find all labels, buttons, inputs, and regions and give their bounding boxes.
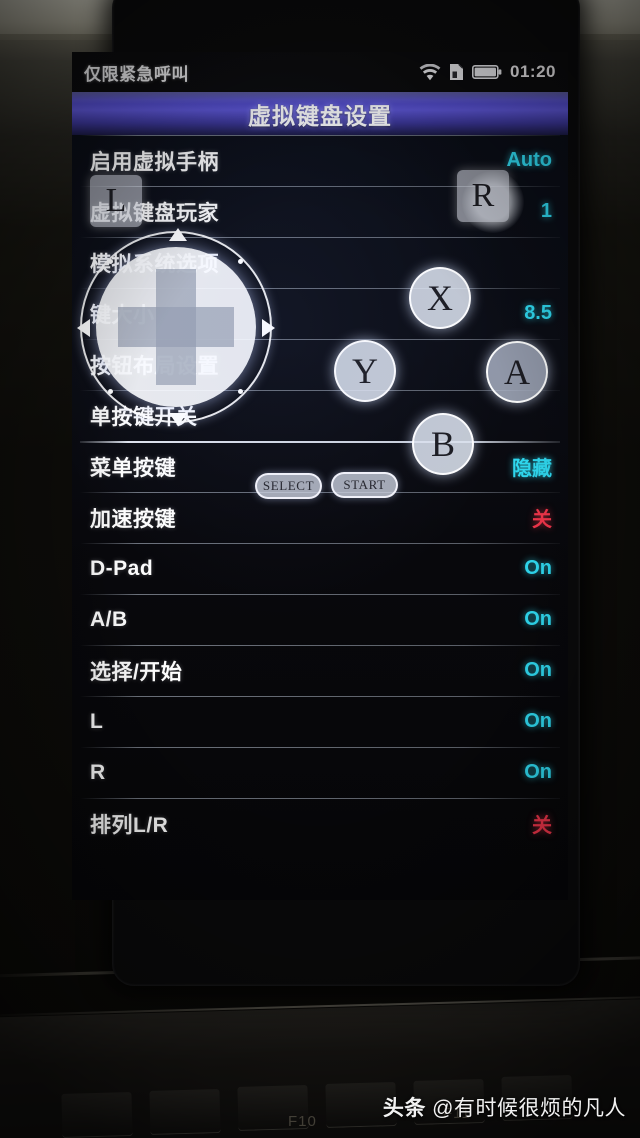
row-separator — [80, 798, 560, 799]
settings-row-single-key-toggle[interactable]: 单按键开关 — [72, 390, 568, 441]
row-value: 关 — [532, 815, 552, 837]
status-bar-icons: 01:20 — [419, 62, 556, 82]
settings-row-r[interactable]: R On — [72, 747, 568, 798]
row-label: 加速按键 — [90, 507, 176, 531]
row-separator — [80, 543, 560, 544]
row-separator — [80, 747, 560, 748]
row-separator — [80, 288, 560, 289]
row-value: Auto — [506, 149, 552, 171]
keyboard-key — [61, 1092, 133, 1138]
watermark-brand: 头条 — [382, 1097, 426, 1120]
sim-card-icon — [449, 63, 464, 81]
row-value: 隐藏 — [512, 458, 552, 480]
row-label: 键大小 — [90, 303, 155, 327]
settings-row-ab[interactable]: A/B On — [72, 594, 568, 645]
settings-row-virtual-keyboard-player[interactable]: 虚拟键盘玩家 1 — [72, 186, 568, 237]
settings-row-emulated-system-options[interactable]: 模拟系统选项 — [72, 237, 568, 288]
row-label: 虚拟键盘玩家 — [90, 201, 219, 225]
row-label: R — [90, 760, 106, 784]
row-label: 选择/开始 — [90, 660, 183, 684]
row-separator — [80, 390, 560, 391]
row-label: A/B — [90, 607, 128, 631]
row-separator — [80, 492, 560, 493]
row-separator — [80, 696, 560, 697]
row-separator — [80, 237, 560, 238]
row-separator — [80, 186, 560, 187]
row-separator — [80, 441, 560, 443]
status-clock: 01:20 — [510, 62, 556, 81]
watermark-handle: @有时候很烦的凡人 — [432, 1097, 626, 1120]
title-bar: 虚拟键盘设置 — [72, 92, 568, 135]
photo-scene: F10 F11 仅限紧急呼叫 01:20 虚拟键盘设置 启用虚拟手柄 Auto … — [0, 0, 640, 1138]
row-label: 排列L/R — [90, 813, 169, 837]
row-label: 启用虚拟手柄 — [90, 150, 219, 174]
settings-row-arrange-lr[interactable]: 排列L/R 关 — [72, 798, 568, 849]
row-value: 关 — [532, 509, 552, 531]
row-separator — [80, 645, 560, 646]
row-label: D-Pad — [90, 556, 154, 580]
settings-list: 启用虚拟手柄 Auto 虚拟键盘玩家 1 模拟系统选项 键大小 8.5 按钮布局… — [72, 135, 568, 900]
battery-full-icon — [472, 64, 502, 80]
keyboard-key — [149, 1089, 221, 1135]
settings-row-select-start[interactable]: 选择/开始 On — [72, 645, 568, 696]
row-value: 8.5 — [524, 302, 552, 324]
row-value: On — [524, 659, 552, 681]
status-bar: 仅限紧急呼叫 01:20 — [72, 52, 568, 92]
settings-row-dpad[interactable]: D-Pad On — [72, 543, 568, 594]
row-separator — [80, 594, 560, 595]
row-separator — [80, 135, 560, 136]
phone-screen: 仅限紧急呼叫 01:20 虚拟键盘设置 启用虚拟手柄 Auto 虚拟键盘玩家 1… — [72, 52, 568, 900]
row-label: 模拟系统选项 — [90, 252, 219, 276]
settings-row-menu-key[interactable]: 菜单按键 隐藏 — [72, 441, 568, 492]
settings-row-enable-virtual-gamepad[interactable]: 启用虚拟手柄 Auto — [72, 135, 568, 186]
carrier-label: 仅限紧急呼叫 — [84, 64, 189, 84]
row-value: On — [524, 608, 552, 630]
row-separator — [80, 339, 560, 340]
row-label: 菜单按键 — [90, 456, 176, 480]
wifi-icon — [419, 63, 441, 81]
watermark: 头条 @有时候很烦的凡人 — [383, 1092, 626, 1122]
row-value: On — [524, 710, 552, 732]
row-value: On — [524, 557, 552, 579]
row-label: L — [90, 709, 104, 733]
keycap-label-f10: F10 — [288, 1113, 317, 1130]
row-label: 按钮布局设置 — [90, 354, 219, 378]
row-value: On — [524, 761, 552, 783]
settings-row-turbo-key[interactable]: 加速按键 关 — [72, 492, 568, 543]
row-value: 1 — [540, 200, 552, 222]
settings-row-l[interactable]: L On — [72, 696, 568, 747]
row-label: 单按键开关 — [90, 405, 198, 429]
settings-row-key-size[interactable]: 键大小 8.5 — [72, 288, 568, 339]
settings-row-button-layout[interactable]: 按钮布局设置 — [72, 339, 568, 390]
page-title: 虚拟键盘设置 — [248, 102, 392, 129]
